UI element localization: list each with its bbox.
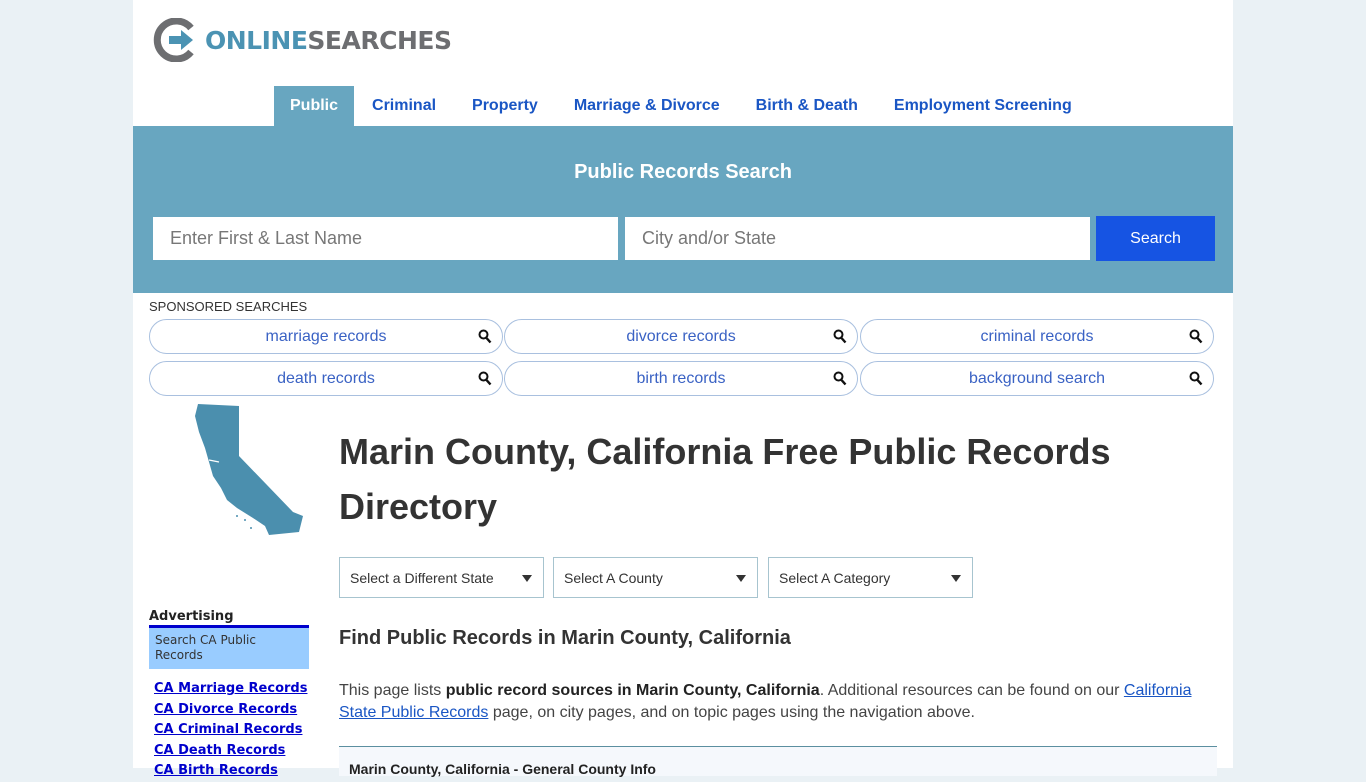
search-band: Public Records Search Search	[133, 126, 1233, 293]
intro-text: . Additional resources can be found on o…	[819, 682, 1124, 699]
search-icon	[478, 329, 492, 344]
search-icon	[1189, 329, 1203, 344]
sponsored-search-label: birth records	[636, 369, 726, 387]
main-nav: Public Criminal Property Marriage & Divo…	[274, 86, 1090, 126]
chevron-down-icon	[522, 575, 532, 582]
sponsored-search-label: marriage records	[265, 327, 387, 345]
county-select-value: Select A County	[564, 570, 663, 586]
sponsored-search-pill[interactable]: death records	[149, 361, 503, 396]
sidebar-link-marriage[interactable]: CA Marriage Records	[154, 679, 307, 700]
search-title: Public Records Search	[574, 161, 792, 183]
city-state-input[interactable]	[625, 217, 1090, 260]
chevron-down-icon	[951, 575, 961, 582]
logo-text: ONLINESEARCHES	[205, 25, 452, 55]
sidebar-link-death[interactable]: CA Death Records	[154, 741, 307, 762]
sidebar-link-birth[interactable]: CA Birth Records	[154, 761, 307, 782]
search-button[interactable]: Search	[1096, 216, 1215, 261]
sponsored-search-label: criminal records	[980, 327, 1094, 345]
intro-bold: public record sources in Marin County, C…	[445, 682, 820, 699]
sponsored-search-label: divorce records	[626, 327, 736, 345]
intro-text: page, on city pages, and on topic pages …	[488, 704, 975, 721]
category-select[interactable]: Select A Category	[768, 557, 973, 598]
county-info-title: Marin County, California - General Count…	[349, 761, 656, 777]
nav-public[interactable]: Public	[274, 86, 355, 126]
sponsored-search-pill[interactable]: criminal records	[860, 319, 1214, 354]
sidebar-link-criminal[interactable]: CA Criminal Records	[154, 720, 307, 741]
sidebar-link-divorce[interactable]: CA Divorce Records	[154, 700, 307, 721]
sponsored-search-pill[interactable]: birth records	[504, 361, 858, 396]
search-icon	[833, 371, 847, 386]
sponsored-search-pill[interactable]: marriage records	[149, 319, 503, 354]
county-select[interactable]: Select A County	[553, 557, 758, 598]
state-select-value: Select a Different State	[350, 570, 494, 586]
nav-property[interactable]: Property	[454, 86, 556, 126]
chevron-down-icon	[736, 575, 746, 582]
nav-marriage-divorce[interactable]: Marriage & Divorce	[556, 86, 738, 126]
nav-employment-screening[interactable]: Employment Screening	[876, 86, 1090, 126]
california-map-icon	[195, 404, 303, 535]
category-select-value: Select A Category	[779, 570, 891, 586]
sponsored-label: SPONSORED SEARCHES	[149, 299, 308, 314]
logo-icon	[153, 18, 194, 62]
advertising-label: Advertising	[149, 609, 234, 624]
page-container: ONLINESEARCHES Public Criminal Property …	[133, 0, 1233, 778]
search-icon	[1189, 371, 1203, 386]
intro-text: This page lists	[339, 682, 446, 699]
page-title: Marin County, California Free Public Rec…	[339, 431, 1111, 527]
search-icon	[478, 371, 492, 386]
sponsored-search-pill[interactable]: divorce records	[504, 319, 858, 354]
intro-paragraph: This page lists public record sources in…	[339, 680, 1219, 724]
ad-box-search-ca[interactable]: Search CA Public Records	[149, 625, 309, 669]
nav-birth-death[interactable]: Birth & Death	[738, 86, 876, 126]
section-heading: Find Public Records in Marin County, Cal…	[339, 627, 791, 649]
sponsored-search-label: background search	[968, 369, 1106, 387]
state-select[interactable]: Select a Different State	[339, 557, 544, 598]
sponsored-search-pill[interactable]: background search	[860, 361, 1214, 396]
nav-criminal[interactable]: Criminal	[354, 86, 454, 126]
sponsored-search-label: death records	[277, 369, 375, 387]
site-logo[interactable]: ONLINESEARCHES	[153, 18, 452, 62]
county-info-box: Marin County, California - General Count…	[339, 746, 1217, 777]
sidebar-links: CA Marriage Records CA Divorce Records C…	[154, 679, 307, 782]
name-input[interactable]	[153, 217, 618, 260]
search-icon	[833, 329, 847, 344]
